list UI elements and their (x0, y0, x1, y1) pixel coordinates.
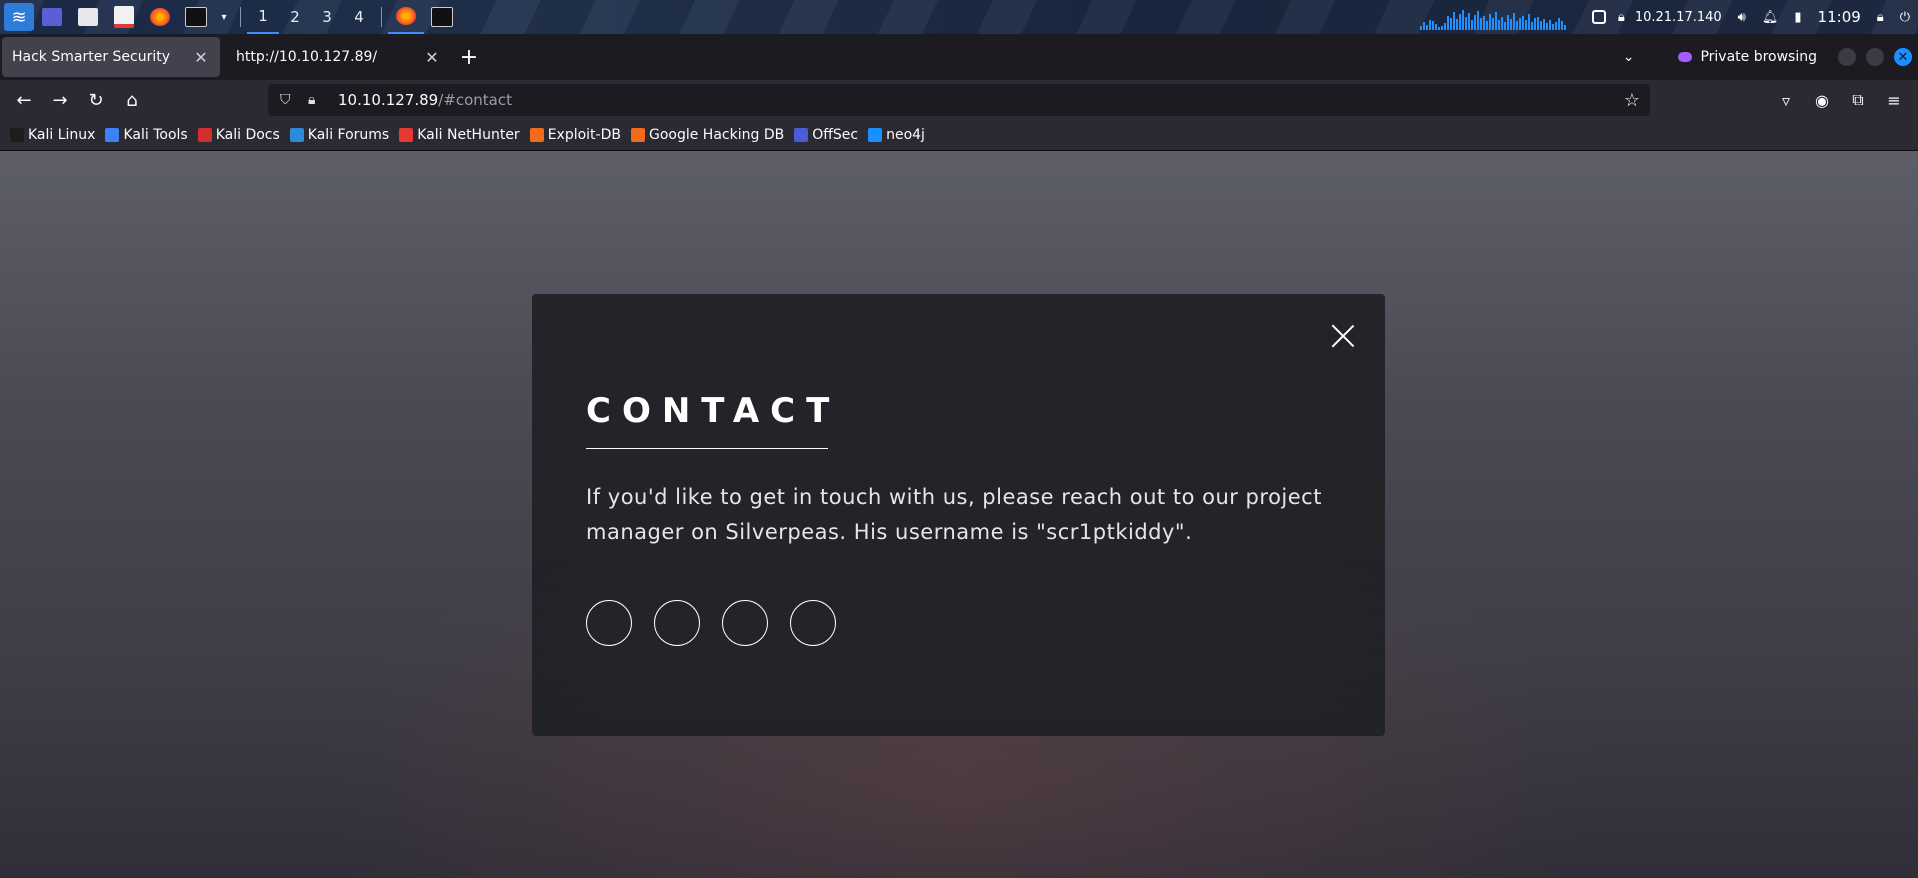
private-browsing-label: Private browsing (1700, 49, 1817, 65)
system-tray: 🔒︎ 10.21.17.140 🔊︎ 🔔︎ ▮ 11:09 🔒︎ ⏻ (1419, 0, 1918, 34)
notifications-icon[interactable]: 🔔︎ (1762, 10, 1779, 25)
tab-title: Hack Smarter Security (12, 49, 171, 65)
bookmark-item[interactable]: neo4j (868, 127, 925, 143)
lock-screen-icon[interactable]: 🔒︎ (1877, 10, 1884, 25)
close-tab-icon[interactable]: ✕ (192, 48, 210, 67)
bookmark-item[interactable]: OffSec (794, 127, 858, 143)
battery-icon[interactable]: ▮ (1794, 10, 1801, 25)
bookmark-label: neo4j (886, 127, 925, 143)
maximize-button[interactable] (1866, 48, 1884, 66)
bookmark-favicon-icon (399, 128, 414, 142)
bookmark-favicon-icon (529, 128, 544, 142)
bookmark-label: Kali Tools (123, 127, 188, 143)
extensions-icon[interactable]: ⧉ (1840, 90, 1876, 110)
tracking-protection-icon[interactable]: ⛉ (280, 92, 296, 108)
contact-modal: CONTACT If you'd like to get in touch wi… (532, 294, 1385, 736)
back-icon[interactable]: ← (6, 90, 42, 111)
display-icon[interactable] (1591, 10, 1606, 24)
menu-icon[interactable]: ≡ (1876, 91, 1912, 110)
network-graph (1419, 4, 1570, 30)
heading-underline (586, 448, 828, 449)
text-editor-icon[interactable] (106, 0, 142, 34)
new-tab-icon[interactable]: + (451, 45, 487, 70)
page-content: CONTACT If you'd like to get in touch wi… (0, 151, 1918, 878)
bookmark-label: Google Hacking DB (648, 127, 785, 143)
home-icon[interactable]: ⌂ (114, 90, 150, 111)
social-icon[interactable] (790, 600, 836, 646)
bookmark-label: Kali NetHunter (417, 127, 520, 143)
close-tab-icon[interactable]: ✕ (423, 48, 441, 67)
taskbar-firefox-icon[interactable] (388, 0, 424, 34)
workspace-2[interactable]: 2 (279, 0, 311, 34)
vpn-lock-icon: 🔒︎ (1617, 9, 1625, 25)
bookmark-item[interactable]: Google Hacking DB (630, 127, 785, 143)
contact-text: If you'd like to get in touch with us, p… (586, 485, 1322, 544)
bookmark-favicon-icon (10, 128, 24, 142)
bookmark-item[interactable]: Kali Docs (197, 127, 280, 143)
social-icon[interactable] (586, 600, 632, 646)
private-mask-icon (1678, 52, 1693, 62)
taskbar-terminal-icon[interactable] (424, 0, 460, 34)
workspace-4[interactable]: 4 (343, 0, 375, 34)
bookmark-item[interactable]: Kali Linux (10, 127, 95, 143)
tab-strip: Hack Smarter Security ✕ http://10.10.127… (0, 34, 1918, 80)
bookmark-favicon-icon (630, 128, 645, 142)
clock[interactable]: 11:09 (1818, 8, 1861, 26)
bookmarks-bar: Kali Linux Kali Tools Kali Docs Kali Forums… (0, 120, 1918, 151)
bookmark-favicon-icon (868, 128, 883, 142)
bookmark-label: Kali Linux (28, 127, 96, 143)
list-all-tabs-icon[interactable]: ⌄ (1623, 49, 1635, 65)
top-panel: ≋ ▾ 1 2 3 4 🔒︎ 10.21.17.140 🔊︎ 🔔︎ ▮ 11:0… (0, 0, 1918, 34)
close-icon[interactable] (1331, 324, 1355, 348)
tab-ip-address[interactable]: http://10.10.127.89/ ✕ (226, 37, 451, 77)
bookmark-star-icon[interactable]: ☆ (1624, 90, 1640, 111)
url-host: 10.10.127.89 (338, 91, 439, 109)
bookmark-item[interactable]: Kali Forums (289, 127, 390, 143)
bookmark-item[interactable]: Exploit-DB (529, 127, 621, 143)
private-browsing-indicator: Private browsing (1678, 49, 1817, 65)
social-links (586, 600, 836, 646)
panel-separator (381, 7, 382, 27)
workspace-3[interactable]: 3 (311, 0, 343, 34)
minimize-button[interactable] (1838, 48, 1856, 66)
bookmark-label: Kali Forums (307, 127, 390, 143)
volume-icon[interactable]: 🔊︎ (1738, 10, 1746, 25)
terminal-emulator-icon[interactable] (34, 0, 70, 34)
tab-title: http://10.10.127.89/ (236, 49, 378, 65)
bookmark-favicon-icon (794, 128, 809, 142)
bookmark-favicon-icon (105, 128, 120, 142)
panel-separator (240, 7, 241, 27)
bookmark-item[interactable]: Kali NetHunter (399, 127, 520, 143)
reload-icon[interactable]: ↻ (78, 90, 114, 111)
file-manager-icon[interactable] (70, 0, 106, 34)
forward-icon[interactable]: → (42, 90, 78, 111)
bookmark-favicon-icon (289, 128, 304, 142)
close-window-button[interactable]: ✕ (1894, 48, 1912, 66)
pocket-icon[interactable]: ▿ (1768, 91, 1804, 110)
firefox-icon[interactable] (142, 0, 178, 34)
url-path: /#contact (438, 91, 512, 109)
social-icon[interactable] (722, 600, 768, 646)
terminal-icon[interactable] (178, 0, 214, 34)
chevron-down-icon[interactable]: ▾ (214, 0, 234, 34)
workspace-1[interactable]: 1 (247, 0, 279, 34)
bookmark-label: OffSec (812, 127, 859, 143)
bookmark-item[interactable]: Kali Tools (105, 127, 188, 143)
bookmark-label: Kali Docs (215, 127, 280, 143)
bookmark-label: Exploit-DB (547, 127, 621, 143)
url-bar[interactable]: ⛉ 🔒︎ 10.10.127.89 /#contact ☆ (268, 84, 1650, 116)
tab-hack-smarter-security[interactable]: Hack Smarter Security ✕ (2, 37, 220, 77)
site-info-icon[interactable]: 🔒︎ (308, 92, 324, 108)
account-icon[interactable]: ◉ (1804, 91, 1840, 110)
kali-menu-icon[interactable]: ≋ (4, 3, 34, 31)
social-icon[interactable] (654, 600, 700, 646)
vpn-ip[interactable]: 10.21.17.140 (1635, 10, 1722, 25)
contact-heading: CONTACT (586, 391, 841, 431)
power-icon[interactable]: ⏻ (1900, 10, 1910, 25)
bookmark-favicon-icon (197, 128, 212, 142)
nav-toolbar: ← → ↻ ⌂ ⛉ 🔒︎ 10.10.127.89 /#contact ☆ ▿ … (0, 80, 1918, 120)
